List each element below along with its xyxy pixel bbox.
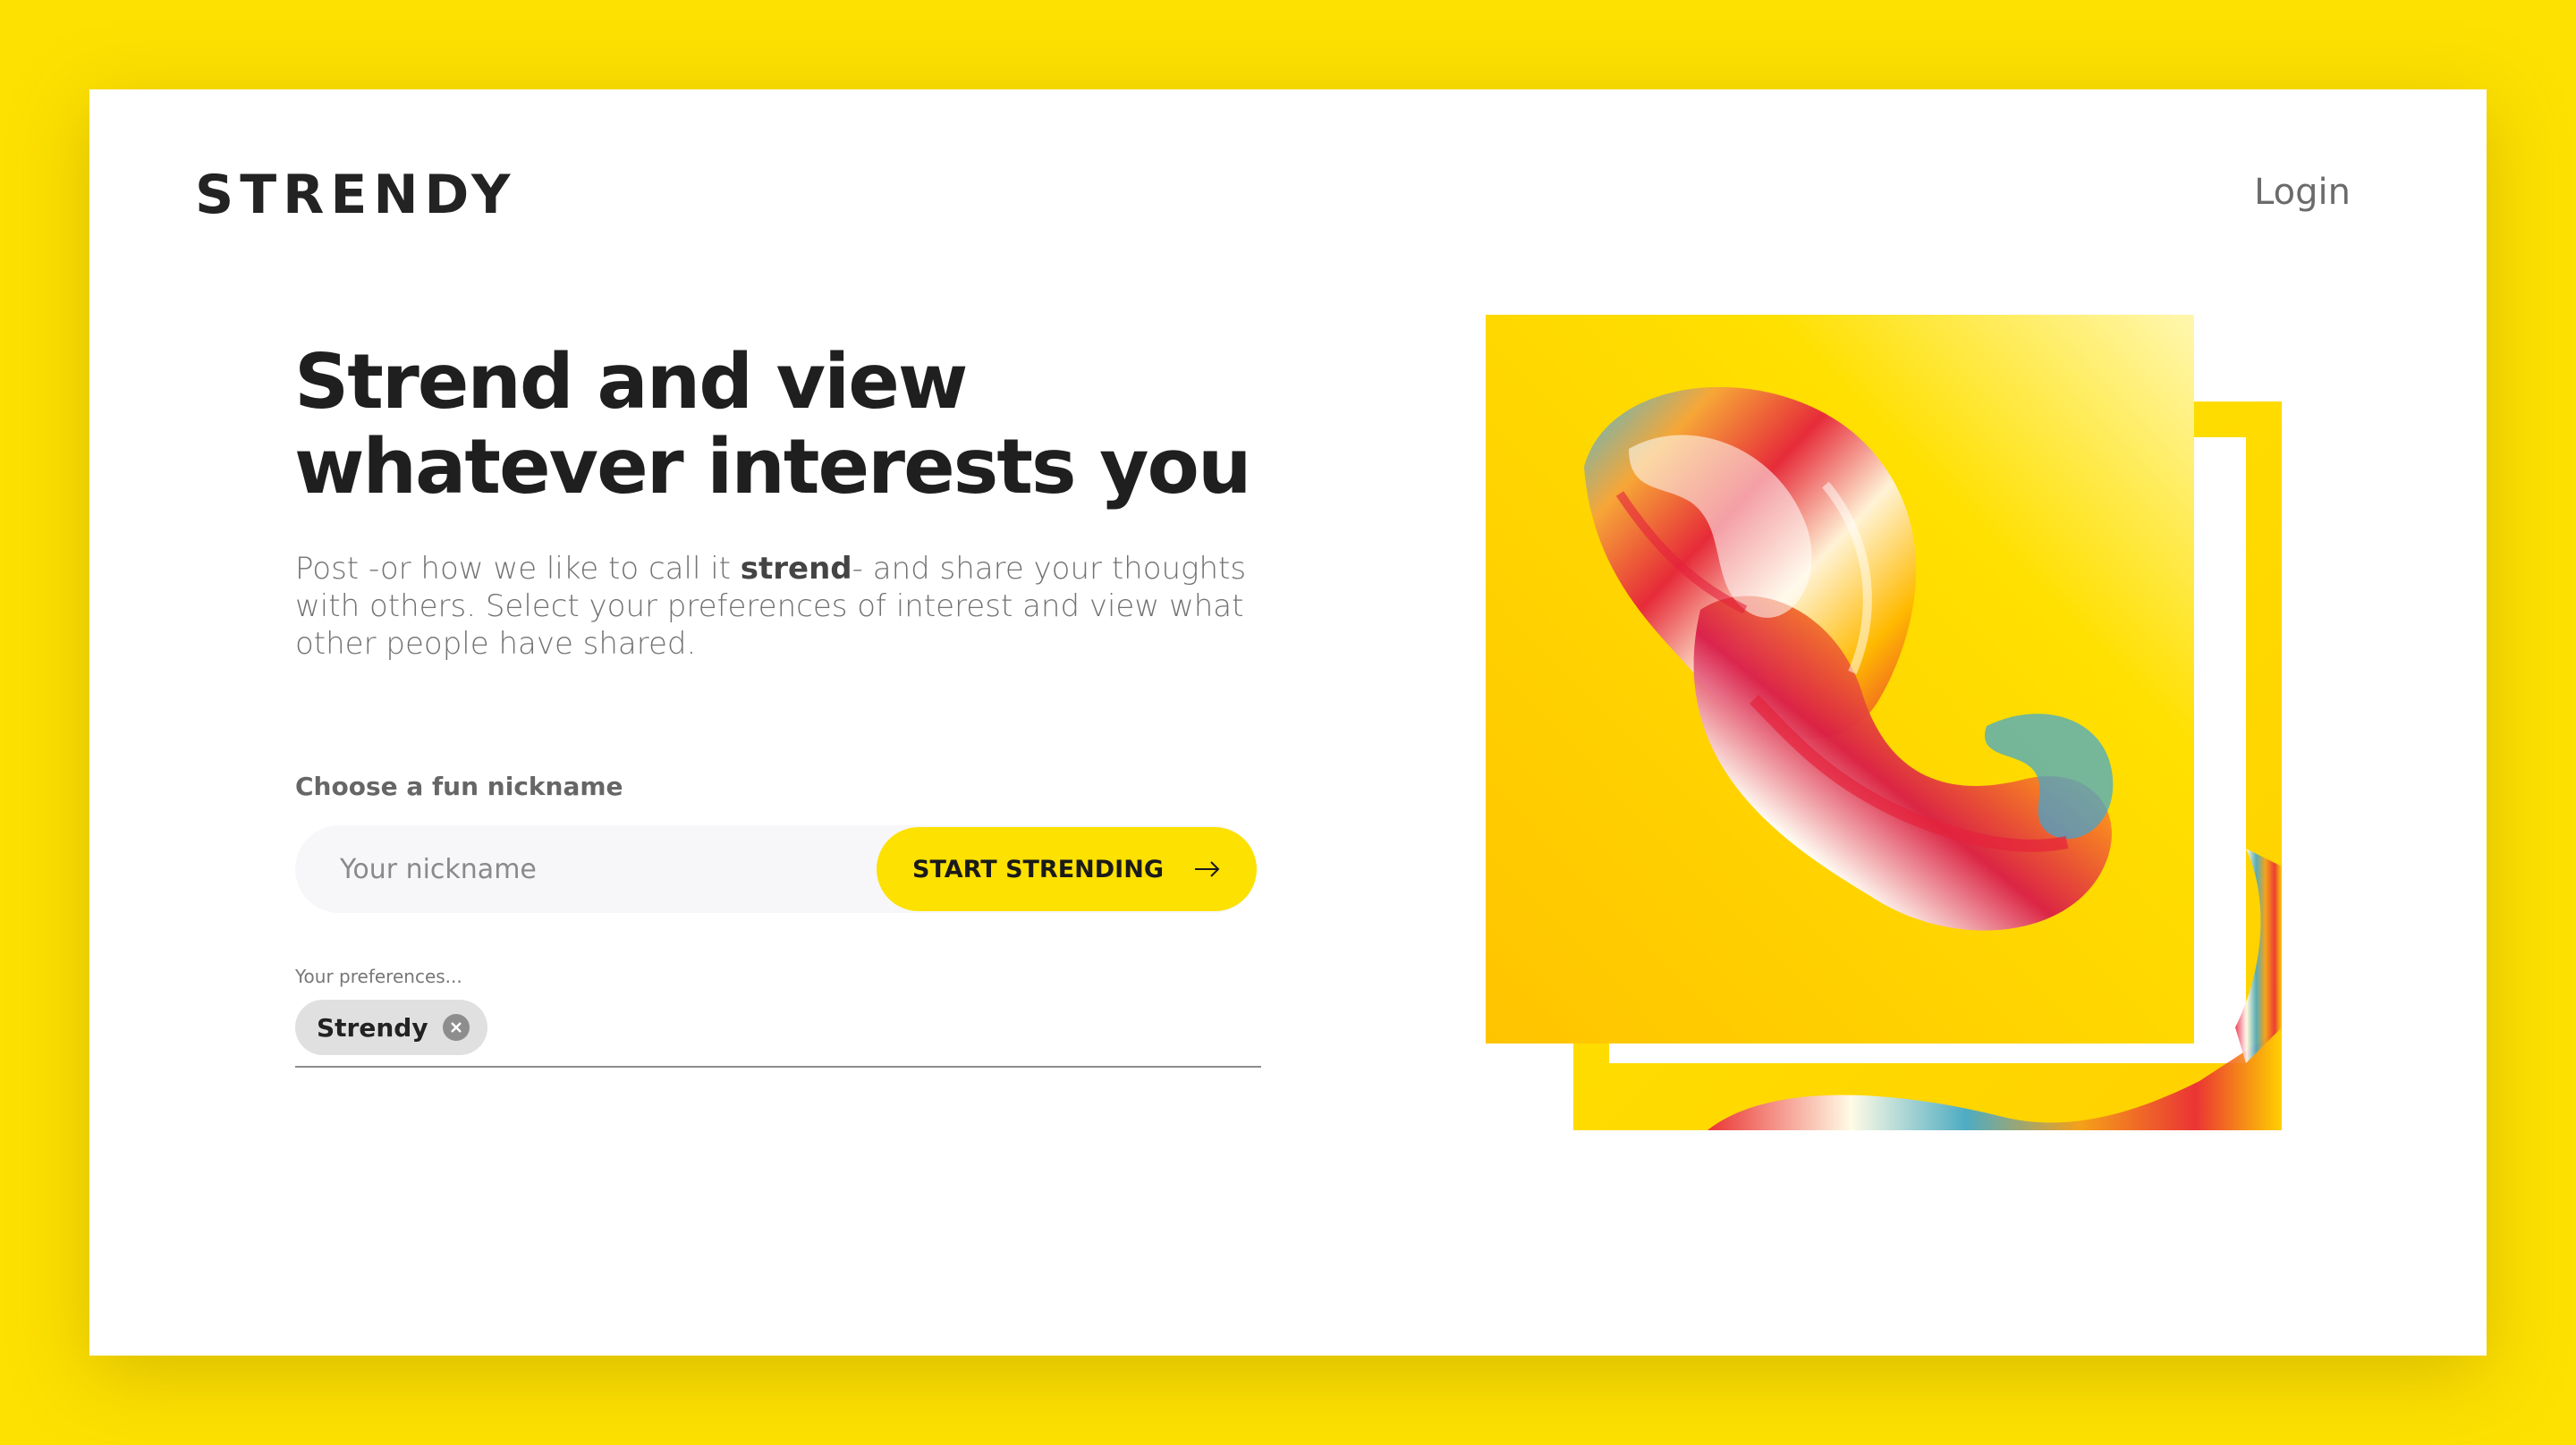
start-strending-label: START STRENDING: [912, 855, 1164, 883]
landing-card: STRENDY Login Strend and view whatever i…: [89, 89, 2487, 1356]
nickname-input[interactable]: [295, 825, 868, 913]
nickname-label: Choose a fun nickname: [295, 772, 623, 801]
preferences-label: Your preferences...: [295, 966, 462, 987]
title-line-1: Strend and view: [294, 338, 968, 427]
intro-text: Post -or how we like to call it strend- …: [295, 550, 1261, 663]
intro-text-start: Post -or how we like to call it: [295, 551, 741, 587]
page-title: Strend and view whatever interests you: [294, 340, 1278, 510]
brand-logo[interactable]: STRENDY: [195, 168, 516, 222]
arrow-right-icon: [1194, 861, 1220, 877]
preference-chip-label: Strendy: [317, 1012, 428, 1043]
close-circle-icon[interactable]: [442, 1014, 470, 1041]
preference-chip: Strendy: [295, 1000, 487, 1055]
nickname-form: START STRENDING: [295, 825, 1257, 913]
preferences-field[interactable]: Strendy: [295, 1000, 1261, 1068]
artwork-front-image: [1486, 315, 2194, 1044]
title-line-2: whatever interests you: [294, 423, 1251, 511]
login-link[interactable]: Login: [2254, 172, 2351, 213]
intro-text-strend: strend: [740, 551, 852, 587]
hero-artwork: [1486, 315, 2282, 1130]
start-strending-button[interactable]: START STRENDING: [877, 827, 1257, 911]
